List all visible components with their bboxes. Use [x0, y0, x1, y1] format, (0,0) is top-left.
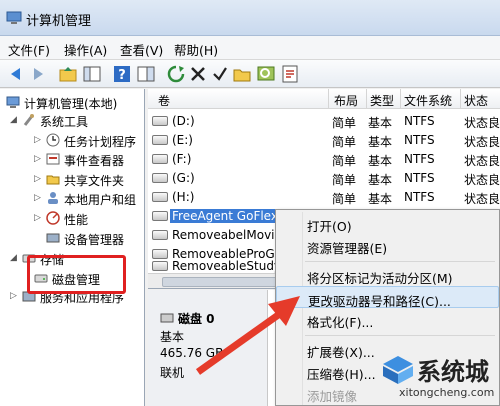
brand-name: 系统城: [417, 358, 489, 386]
brand-site: xitongcheng.com: [399, 386, 495, 399]
annotation-arrow: [195, 296, 300, 375]
brand-logo-icon: [383, 356, 413, 384]
watermark-logo: 系统城 xitongcheng.com: [365, 348, 500, 406]
